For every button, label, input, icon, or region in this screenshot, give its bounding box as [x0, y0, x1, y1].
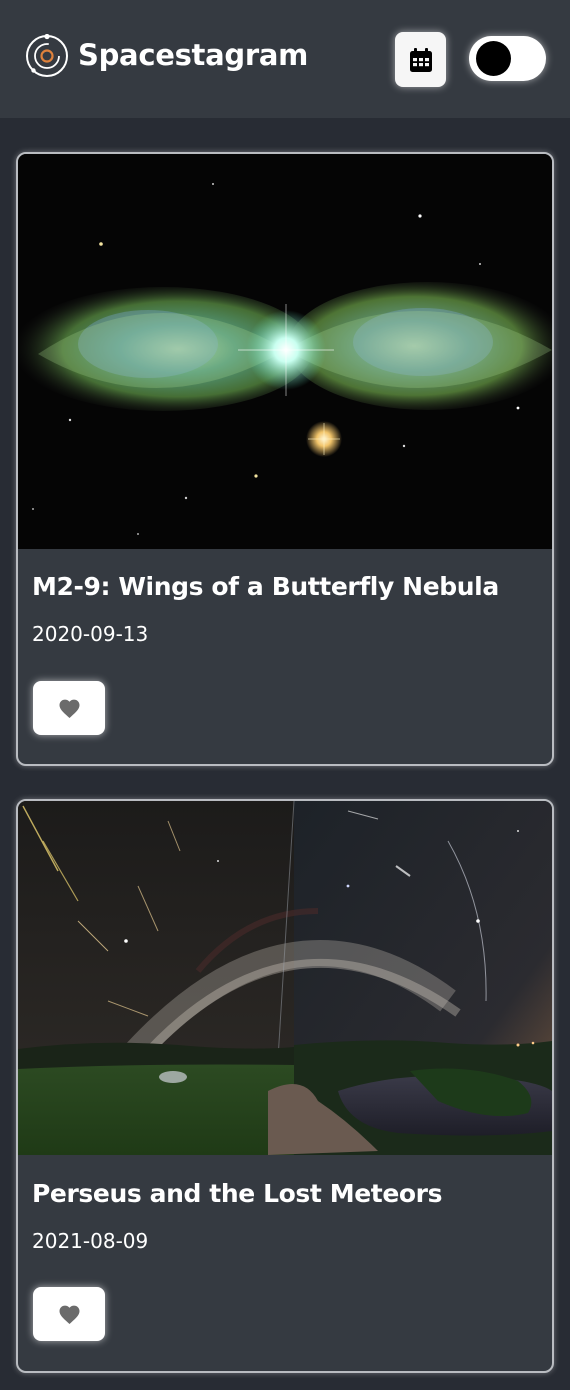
theme-toggle[interactable]	[469, 36, 546, 81]
post-title: Perseus and the Lost Meteors	[32, 1179, 443, 1208]
post-card: M2-9: Wings of a Butterfly Nebula 2020-0…	[16, 152, 554, 766]
app-header: Spacestagram	[0, 0, 570, 118]
like-button[interactable]	[33, 1287, 105, 1341]
post-image-butterfly-nebula[interactable]	[18, 154, 552, 549]
like-button[interactable]	[33, 681, 105, 735]
heart-icon	[59, 1305, 79, 1324]
post-card: Perseus and the Lost Meteors 2021-08-09	[16, 799, 554, 1373]
post-date: 2021-08-09	[32, 1229, 149, 1253]
heart-icon	[59, 699, 79, 718]
app-title: Spacestagram	[78, 38, 309, 72]
post-title: M2-9: Wings of a Butterfly Nebula	[32, 572, 499, 601]
calendar-icon	[409, 47, 432, 72]
post-image-perseus-meteors[interactable]	[18, 801, 552, 1155]
calendar-button[interactable]	[395, 32, 446, 87]
orbit-planet-icon	[26, 34, 68, 77]
post-date: 2020-09-13	[32, 622, 149, 646]
toggle-knob	[476, 41, 511, 76]
